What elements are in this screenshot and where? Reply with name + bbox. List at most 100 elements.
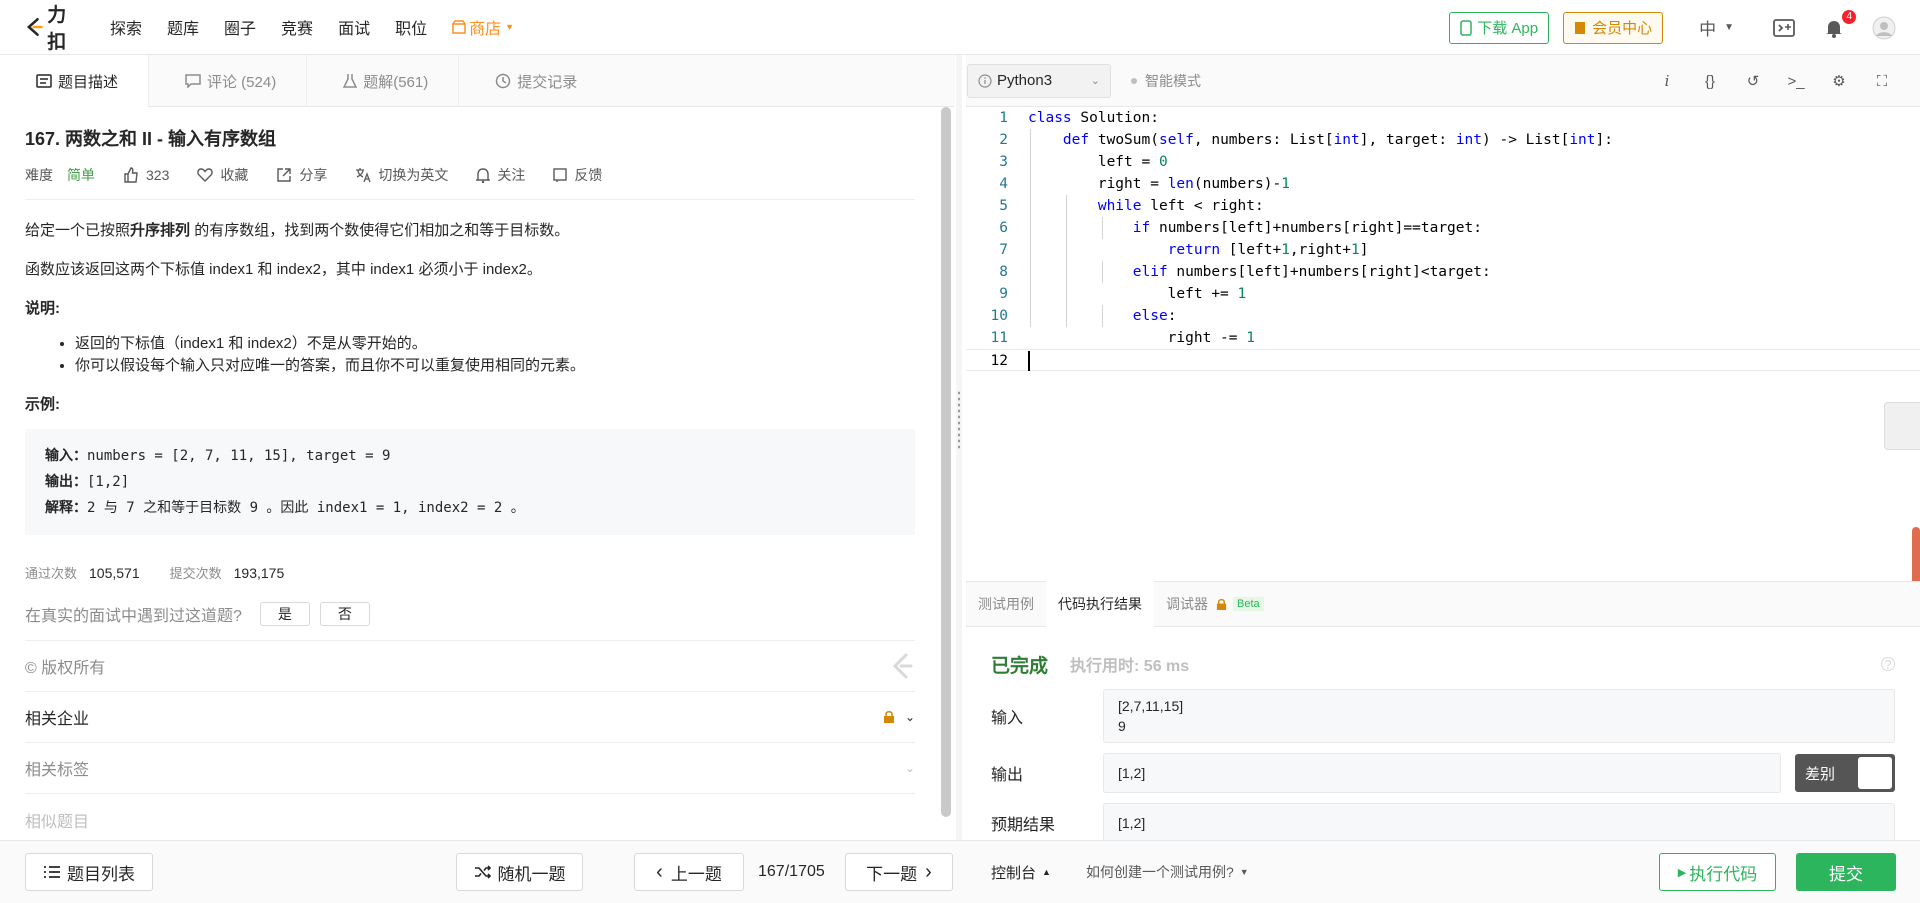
nav-contest[interactable]: 竞赛 (281, 15, 313, 39)
nav-circle[interactable]: 圈子 (224, 15, 256, 39)
panel-resizer[interactable] (956, 55, 962, 840)
code-line: 11 right -= 1 (966, 327, 1920, 349)
language-switch[interactable]: 中 ▼ (1699, 15, 1734, 40)
nav-problems[interactable]: 题库 (167, 15, 199, 39)
editor-scrollbar[interactable] (1912, 527, 1920, 587)
copy-icon[interactable] (1884, 402, 1920, 450)
console-toggle[interactable]: 控制台 ▲ (991, 853, 1051, 891)
problem-paragraph-2: 函数应该返回这两个下标值 index1 和 index2，其中 index1 必… (25, 261, 542, 278)
braces-icon[interactable]: {} (1700, 71, 1720, 91)
question-scrollbar[interactable] (941, 107, 951, 817)
list-icon (44, 866, 60, 878)
result-input-row: 输入 [2,7,11,15] 9 (991, 689, 1895, 743)
tab-solutions[interactable]: 题解(561) (307, 55, 460, 107)
top-nav: 力扣 探索 题库 圈子 竞赛 面试 职位 商店 ▼ 下载 App 会员中心 中 … (0, 0, 1920, 55)
problem-paragraph-1: 给定一个已按照升序排列 的有序数组，找到两个数使得它们相加之和等于目标数。 (25, 220, 915, 242)
question-list-label: 题目列表 (67, 864, 135, 884)
code-line: 2 def twoSum(self, numbers: List[int], t… (966, 129, 1920, 151)
nav-explore[interactable]: 探索 (110, 15, 142, 39)
submit-button[interactable]: 提交 (1796, 853, 1896, 891)
tab-debugger[interactable]: 调试器 Beta (1154, 581, 1276, 627)
smart-mode-toggle[interactable]: 智能模式 (1131, 71, 1201, 91)
line-number: 9 (999, 286, 1008, 302)
vip-center-button[interactable]: 会员中心 (1563, 11, 1664, 44)
nav-jobs[interactable]: 职位 (395, 15, 427, 39)
line-number: 5 (999, 198, 1008, 214)
download-app-button[interactable]: 下载 App (1449, 11, 1550, 44)
related-companies-row[interactable]: 相关企业 ⌄ (25, 692, 915, 743)
yes-button[interactable]: 是 (259, 602, 310, 626)
note-list: 返回的下标值（index1 和 index2）不是从零开始的。 你可以假设每个输… (75, 333, 915, 377)
code-editor[interactable]: 1 class Solution: 2 def twoSum(self, numb… (966, 107, 1920, 587)
like-button[interactable]: 323 (123, 167, 169, 183)
tab-run-result[interactable]: 代码执行结果 (1046, 581, 1154, 627)
tab-submissions-label: 提交记录 (517, 73, 578, 91)
favorite-button[interactable]: 收藏 (197, 165, 248, 185)
input-line-1: [2,7,11,15] (1118, 698, 1184, 714)
heart-icon (197, 168, 214, 182)
nav-shop[interactable]: 商店 ▼ (452, 15, 514, 39)
clock-icon (495, 73, 511, 89)
line-number: 12 (990, 353, 1008, 369)
language-label: 中 (1699, 20, 1717, 39)
flask-icon (343, 74, 358, 88)
random-question-label: 随机一题 (497, 864, 566, 884)
diff-toggle[interactable]: 差别 (1795, 754, 1895, 792)
tab-submissions[interactable]: 提交记录 (459, 55, 607, 107)
example-output-value: [1,2] (87, 474, 130, 490)
shuffle-icon (474, 865, 491, 879)
terminal-icon[interactable]: >_ (1786, 71, 1806, 91)
comment-icon (185, 74, 201, 88)
expected-label: 预期结果 (991, 817, 1056, 834)
run-code-button[interactable]: ▶ 执行代码 (1659, 853, 1776, 891)
playground-icon[interactable] (1772, 16, 1796, 40)
reset-icon[interactable]: ↺ (1743, 71, 1763, 91)
result-output-row: 输出 [1,2] 差别 (991, 753, 1895, 793)
howto-testcase-link[interactable]: 如何创建一个测试用例? ▼ (1086, 853, 1249, 891)
p1-bold: 升序排列 (130, 222, 191, 239)
language-select[interactable]: Python3 ⌄ (967, 63, 1111, 98)
avatar[interactable] (1872, 16, 1896, 40)
feedback-button[interactable]: 反馈 (553, 165, 602, 185)
next-question-button[interactable]: 下一题 › (845, 853, 953, 891)
beta-badge: Beta (1233, 597, 1264, 611)
follow-button[interactable]: 关注 (476, 165, 525, 185)
random-question-button[interactable]: 随机一题 (456, 853, 583, 891)
logo[interactable]: 力扣 (24, 0, 86, 54)
settings-icon[interactable]: ⚙ (1829, 71, 1849, 91)
result-tabs: 测试用例 代码执行结果 调试器 Beta (966, 581, 1920, 627)
question-content: 给定一个已按照升序排列 的有序数组，找到两个数使得它们相加之和等于目标数。 函数… (25, 220, 915, 535)
lock-icon (883, 710, 894, 723)
note-item: 你可以假设每个输入只对应唯一的答案，而且你不可以重复使用相同的元素。 (75, 355, 915, 377)
example-explain-value: 2 与 7 之和等于目标数 9 。因此 index1 = 1, index2 =… (87, 500, 525, 516)
result-header: 已完成 执行用时: 56 ms ? (991, 649, 1895, 679)
interview-question: 在真实的面试中遇到过这道题? 是 否 (25, 602, 915, 641)
fullscreen-icon[interactable]: ⛶ (1872, 71, 1892, 91)
share-button[interactable]: 分享 (276, 165, 327, 185)
p1-pre: 给定一个已按照 (25, 222, 131, 239)
tab-description[interactable]: 题目描述 (0, 55, 150, 107)
chevron-down-icon: ▼ (1724, 22, 1734, 33)
question-title: 167. 两数之和 II - 输入有序数组 (25, 129, 277, 149)
tab-comments[interactable]: 评论 (524) (149, 55, 308, 107)
chevron-down-icon: ⌄ (1090, 75, 1100, 87)
prev-question-button[interactable]: ‹ 上一题 (634, 853, 744, 891)
run-code-label: 执行代码 (1689, 864, 1758, 884)
switch-english-button[interactable]: 切换为英文 (355, 165, 448, 185)
help-icon[interactable]: ? (1881, 657, 1895, 672)
info-italic-icon[interactable]: i (1657, 71, 1677, 91)
line-number: 11 (990, 330, 1008, 346)
related-tags-row[interactable]: 相关标签 ⌄ (25, 743, 915, 794)
result-runtime: 执行用时: 56 ms (1070, 658, 1190, 675)
similar-questions-row[interactable]: 相似题目 (25, 794, 915, 840)
bell-icon[interactable]: 4 (1822, 9, 1856, 40)
logo-text: 力扣 (47, 5, 68, 53)
example-input-label: 输入： (45, 448, 87, 464)
question-list-button[interactable]: 题目列表 (25, 853, 153, 891)
tab-testcase[interactable]: 测试用例 (966, 581, 1046, 627)
no-button[interactable]: 否 (319, 602, 370, 626)
status-dot-icon (1131, 77, 1137, 84)
nav-interview[interactable]: 面试 (338, 15, 370, 39)
translate-icon (356, 168, 371, 183)
line-number: 1 (999, 110, 1008, 126)
